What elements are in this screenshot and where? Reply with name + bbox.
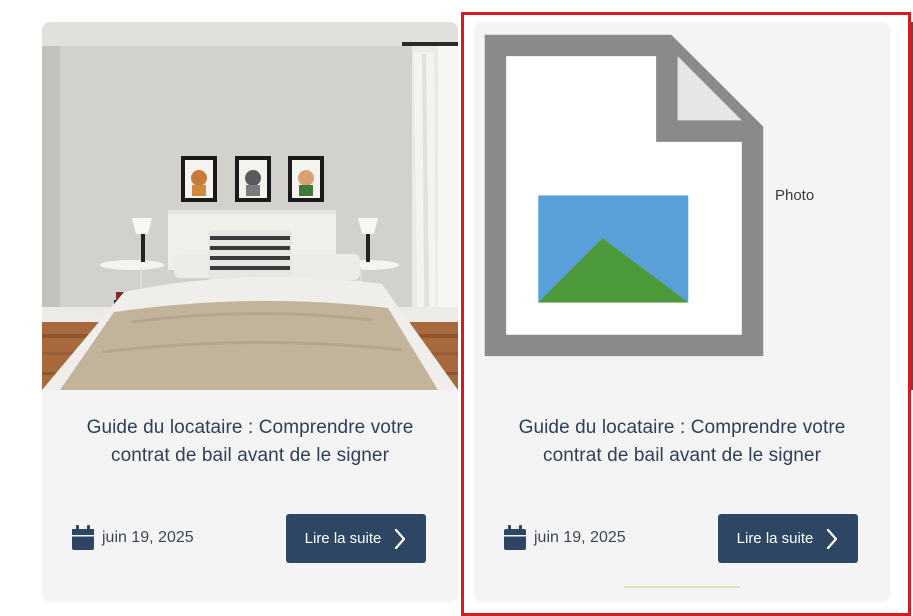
blog-card[interactable]: Photo Guide du locataire : Comprendre vo… — [474, 22, 890, 602]
next-card-peek[interactable] — [909, 22, 913, 390]
post-date: juin 19, 2025 — [72, 525, 194, 550]
calendar-icon — [72, 525, 94, 550]
read-more-label: Lire la suite — [304, 530, 382, 547]
post-date-text: juin 19, 2025 — [534, 528, 626, 546]
read-more-button[interactable]: Lire la suite — [718, 514, 858, 563]
hover-indicator-line — [624, 586, 740, 588]
chevron-right-icon — [827, 528, 838, 549]
card-title[interactable]: Guide du locataire : Comprendre votre co… — [494, 414, 870, 470]
calendar-icon — [504, 525, 526, 550]
card-title[interactable]: Guide du locataire : Comprendre votre co… — [62, 414, 438, 470]
broken-image-icon — [484, 34, 764, 357]
broken-image: Photo — [474, 24, 814, 367]
post-date-text: juin 19, 2025 — [102, 528, 194, 546]
card-photo[interactable]: Photo — [474, 22, 890, 390]
read-more-button[interactable]: Lire la suite — [286, 514, 426, 563]
chevron-right-icon — [395, 528, 406, 549]
read-more-label: Lire la suite — [736, 530, 814, 547]
image-alt-text: Photo — [774, 186, 815, 204]
card-photo[interactable] — [42, 22, 458, 390]
blog-card[interactable]: Guide du locataire : Comprendre votre co… — [42, 22, 458, 602]
post-date: juin 19, 2025 — [504, 525, 626, 550]
bedroom-photo — [42, 22, 458, 390]
